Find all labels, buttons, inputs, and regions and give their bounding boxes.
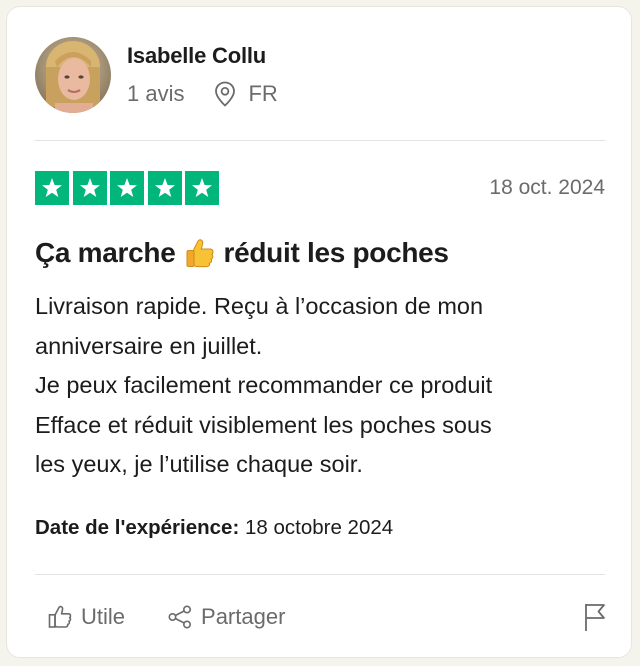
reviewer-location: FR (214, 80, 278, 108)
reviewer-header: Isabelle Collu 1 avis FR (35, 35, 278, 115)
review-actions: Utile Partager (47, 599, 607, 635)
reviewer-name[interactable]: Isabelle Collu (127, 42, 278, 70)
share-button[interactable]: Partager (167, 604, 285, 630)
review-body-line: Je peux facilement recommander ce produi… (35, 372, 493, 398)
review-count: 1 avis (127, 81, 185, 106)
divider (35, 140, 605, 141)
review-card: Isabelle Collu 1 avis FR 18 oct. 2024 Ça… (6, 6, 632, 658)
thumbs-up-icon (48, 605, 72, 628)
review-body-line: Livraison rapide. Reçu à l’occasion de m… (35, 293, 484, 319)
location-pin-icon (215, 81, 236, 107)
experience-date-label: Date de l'expérience: (35, 516, 240, 539)
star-icon (72, 171, 107, 205)
useful-label: Utile (81, 604, 126, 629)
reviewer-country: FR (248, 81, 278, 106)
review-title[interactable]: Ça marche réduit les poches (35, 233, 449, 273)
experience-date-value: 18 octobre 2024 (244, 516, 394, 539)
star-rating (35, 171, 223, 205)
star-icon (110, 171, 144, 205)
review-date: 18 oct. 2024 (489, 176, 605, 199)
rating-row: 18 oct. 2024 (35, 170, 605, 206)
thumbs-up-emoji (184, 237, 216, 269)
review-body-line: les yeux, je l’utilise chaque soir. (35, 451, 363, 477)
star-icon (35, 171, 69, 205)
review-body: Livraison rapide. Reçu à l’occasion de m… (35, 287, 615, 485)
review-title-end: réduit les poches (223, 237, 450, 268)
divider (35, 574, 605, 575)
useful-button[interactable]: Utile (47, 604, 125, 630)
review-title-start: Ça marche (35, 237, 176, 268)
experience-date: Date de l'expérience: 18 octobre 2024 (35, 513, 393, 543)
reviewer-meta: 1 avis FR (127, 80, 278, 108)
share-icon (168, 605, 192, 629)
star-icon (147, 171, 182, 205)
report-button[interactable] (583, 602, 607, 632)
review-body-line: Efface et réduit visiblement les poches … (35, 411, 492, 438)
star-icon (185, 171, 219, 205)
flag-icon (585, 604, 605, 631)
share-label: Partager (201, 604, 286, 629)
reviewer-info: Isabelle Collu 1 avis FR (127, 42, 278, 108)
avatar[interactable] (35, 37, 111, 113)
review-body-line: anniversaire en juillet. (35, 332, 263, 359)
